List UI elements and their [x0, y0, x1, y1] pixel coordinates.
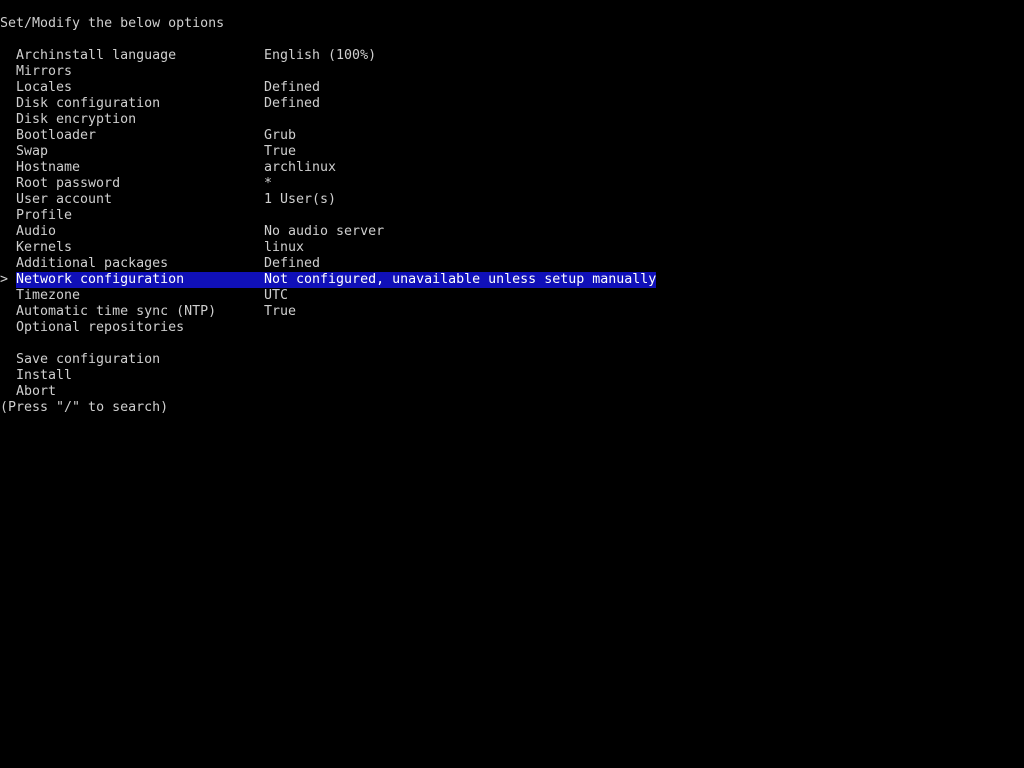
selection-cursor-icon — [0, 128, 12, 144]
option-label: Swap — [16, 144, 49, 159]
option-value: Not configured, unavailable unless setup… — [264, 272, 657, 288]
option-label: Bootloader — [16, 128, 97, 143]
option-value: Defined — [264, 96, 321, 111]
option-value: Defined — [264, 80, 321, 95]
option-value: English (100%) — [264, 48, 377, 63]
option-label: Audio — [16, 224, 57, 239]
action-label: Install — [16, 368, 73, 383]
option-label: Network configuration — [16, 272, 264, 288]
option-value: archlinux — [264, 160, 337, 175]
selection-cursor-icon — [0, 64, 12, 80]
option-value: Grub — [264, 128, 297, 143]
option-value: 1 User(s) — [264, 192, 337, 207]
selection-cursor-icon — [0, 224, 12, 240]
menu-item-abort[interactable]: Abort — [0, 384, 1024, 400]
menu-item-profile[interactable]: Profile — [0, 208, 1024, 224]
selection-cursor-icon — [0, 96, 12, 112]
menu-item-swap[interactable]: Swap True — [0, 144, 1024, 160]
selection-cursor-icon — [0, 80, 12, 96]
option-value: UTC — [264, 288, 289, 303]
option-value: No audio server — [264, 224, 385, 239]
selection-cursor-icon — [0, 144, 12, 160]
option-value: Defined — [264, 256, 321, 271]
menu-item-locales[interactable]: Locales Defined — [0, 80, 1024, 96]
selection-cursor-icon — [0, 160, 12, 176]
option-label: User account — [16, 192, 113, 207]
selection-cursor-icon — [0, 320, 12, 336]
menu-item-user-account[interactable]: User account 1 User(s) — [0, 192, 1024, 208]
menu-header: Set/Modify the below options — [0, 16, 225, 31]
selection-cursor-icon — [0, 256, 12, 272]
menu-item-timezone[interactable]: Timezone UTC — [0, 288, 1024, 304]
menu-item-automatic-time-sync[interactable]: Automatic time sync (NTP) True — [0, 304, 1024, 320]
selection-cursor-icon: > — [0, 272, 9, 287]
selection-cursor-icon — [0, 48, 12, 64]
menu-item-additional-packages[interactable]: Additional packages Defined — [0, 256, 1024, 272]
selection-cursor-icon — [0, 192, 12, 208]
option-label: Kernels — [16, 240, 73, 255]
option-value: True — [264, 144, 297, 159]
option-label: Disk configuration — [16, 96, 161, 111]
selection-cursor-icon — [0, 112, 12, 128]
option-value: True — [264, 304, 297, 319]
option-value: linux — [264, 240, 305, 255]
option-label: Mirrors — [16, 64, 73, 79]
option-label: Locales — [16, 80, 73, 95]
menu-item-mirrors[interactable]: Mirrors — [0, 64, 1024, 80]
option-label: Archinstall language — [16, 48, 177, 63]
selection-cursor-icon — [0, 208, 12, 224]
selection-cursor-icon — [0, 304, 12, 320]
option-label: Automatic time sync (NTP) — [16, 304, 217, 319]
option-label: Root password — [16, 176, 121, 191]
menu-item-disk-configuration[interactable]: Disk configuration Defined — [0, 96, 1024, 112]
selection-cursor-icon — [0, 288, 12, 304]
menu-item-save-configuration[interactable]: Save configuration — [0, 352, 1024, 368]
option-label: Optional repositories — [16, 320, 185, 335]
option-label: Disk encryption — [16, 112, 137, 127]
menu-item-hostname[interactable]: Hostname archlinux — [0, 160, 1024, 176]
menu-item-root-password[interactable]: Root password * — [0, 176, 1024, 192]
search-hint: (Press "/" to search) — [0, 400, 169, 415]
option-value: * — [264, 176, 273, 191]
menu-item-archinstall-language[interactable]: Archinstall language English (100%) — [0, 48, 1024, 64]
menu-item-disk-encryption[interactable]: Disk encryption — [0, 112, 1024, 128]
selection-cursor-icon — [0, 176, 12, 192]
action-label: Save configuration — [16, 352, 161, 367]
option-label: Hostname — [16, 160, 81, 175]
menu-item-kernels[interactable]: Kernels linux — [0, 240, 1024, 256]
option-label: Profile — [16, 208, 73, 223]
menu-item-audio[interactable]: Audio No audio server — [0, 224, 1024, 240]
terminal-screen: Set/Modify the below options Archinstall… — [0, 0, 1024, 768]
action-label: Abort — [16, 384, 57, 399]
selection-cursor-icon — [0, 240, 12, 256]
menu-item-network-configuration[interactable]: > Network configuration Not configured, … — [0, 272, 1024, 288]
menu-item-bootloader[interactable]: Bootloader Grub — [0, 128, 1024, 144]
option-label: Additional packages — [16, 256, 169, 271]
menu-item-install[interactable]: Install — [0, 368, 1024, 384]
option-label: Timezone — [16, 288, 81, 303]
menu-item-optional-repositories[interactable]: Optional repositories — [0, 320, 1024, 336]
